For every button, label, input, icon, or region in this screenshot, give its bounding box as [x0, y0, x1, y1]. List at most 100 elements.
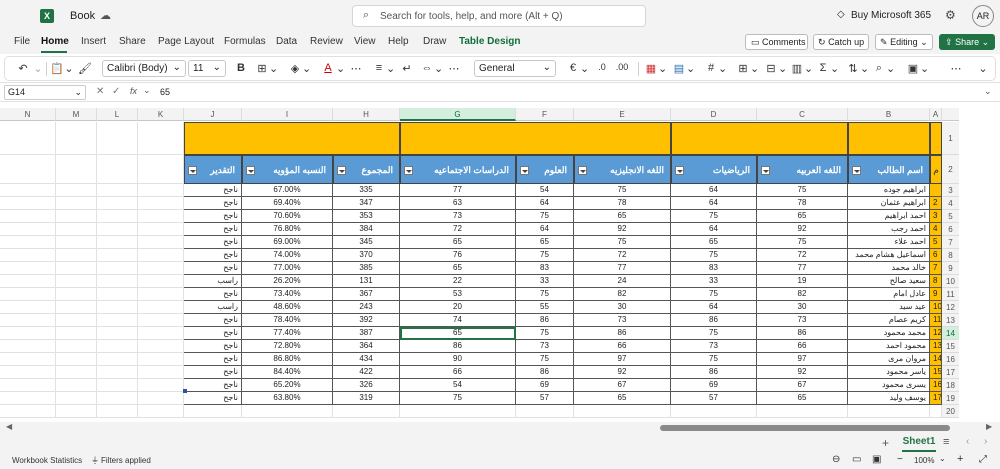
grid-cell[interactable] [138, 236, 184, 249]
scroll-right-icon[interactable]: ▶ [986, 422, 992, 431]
format-table-icon[interactable]: ▤ [672, 62, 686, 76]
grid-cell[interactable] [138, 340, 184, 353]
grid-cell[interactable] [0, 379, 56, 392]
grid-cell[interactable] [97, 122, 138, 155]
avatar[interactable]: AR [972, 5, 994, 27]
row-header-16[interactable]: 16 [942, 353, 959, 366]
table-cell[interactable]: 86 [757, 327, 848, 340]
comments-button[interactable]: ▭ Comments [745, 34, 808, 50]
table-cell[interactable]: مروان مرى [848, 353, 930, 366]
table-cell[interactable]: 67.00% [242, 184, 333, 197]
grid-cell[interactable] [56, 275, 97, 288]
table-cell[interactable]: 57 [671, 392, 757, 405]
grid-cell[interactable] [56, 366, 97, 379]
column-header-cell-science[interactable]: العلوم [516, 155, 574, 184]
filter-dropdown-icon[interactable] [188, 166, 197, 175]
table-cell[interactable]: ياسر محمود [848, 366, 930, 379]
grid-cell[interactable] [97, 405, 138, 418]
table-cell[interactable]: احمد ابراهيم [848, 210, 930, 223]
formula-input[interactable]: 65 [160, 87, 170, 97]
column-header-n[interactable]: N [0, 108, 56, 121]
table-cell[interactable]: 392 [333, 314, 400, 327]
menu-file[interactable]: File [14, 36, 30, 47]
grid-cell[interactable] [138, 155, 184, 184]
grid-cell[interactable] [97, 275, 138, 288]
column-header-g[interactable]: G [400, 108, 516, 121]
format-cells-icon[interactable]: ▥ [790, 62, 804, 76]
paste-chevron-icon[interactable]: ⌄ [64, 62, 74, 76]
decrease-decimal-icon[interactable]: .0 [594, 62, 610, 76]
number-format-select[interactable]: General ⌄ [474, 60, 556, 77]
filter-dropdown-icon[interactable] [578, 166, 587, 175]
formula-cancel-icon[interactable]: ✕ [96, 86, 104, 97]
menu-insert[interactable]: Insert [81, 36, 106, 47]
column-header-l[interactable]: L [97, 108, 138, 121]
menu-table-design[interactable]: Table Design [459, 36, 521, 47]
table-cell[interactable]: 67 [757, 379, 848, 392]
table-cell[interactable]: 65 [757, 210, 848, 223]
grid-cell[interactable] [184, 405, 242, 418]
grid-cell[interactable] [242, 405, 333, 418]
table-cell[interactable]: كريم عصام [848, 314, 930, 327]
table-cell[interactable]: 72 [574, 249, 671, 262]
column-header-cell-social[interactable]: الدراسات الاجتماعيه [400, 155, 516, 184]
grid-cell[interactable] [97, 392, 138, 405]
grid-cell[interactable] [97, 184, 138, 197]
undo-icon[interactable]: ↶ [16, 62, 30, 76]
table-cell[interactable]: 65 [671, 236, 757, 249]
grid-cell[interactable] [138, 353, 184, 366]
table-cell[interactable]: 75 [574, 236, 671, 249]
row-header-14[interactable]: 14 [942, 327, 959, 340]
grid-cell[interactable] [0, 197, 56, 210]
row-header-18[interactable]: 18 [942, 379, 959, 392]
grid-cell[interactable] [138, 405, 184, 418]
table-cell[interactable]: 65 [574, 210, 671, 223]
table-cell[interactable]: 86 [671, 314, 757, 327]
find-chevron-icon[interactable]: ⌄ [886, 62, 895, 76]
grid-cell[interactable] [0, 301, 56, 314]
table-cell[interactable]: 72.80% [242, 340, 333, 353]
fx-label[interactable]: fx [130, 86, 137, 96]
table-cell[interactable]: ابراهيم جوده [848, 184, 930, 197]
table-cell[interactable]: 4 [930, 223, 942, 236]
table-cell[interactable]: 76 [400, 249, 516, 262]
font-size-select[interactable]: 11 ⌄ [188, 60, 226, 77]
table-cell[interactable]: خالد محمد [848, 262, 930, 275]
table-cell[interactable]: 53 [400, 288, 516, 301]
grid-cell[interactable] [0, 275, 56, 288]
grid-cell[interactable] [0, 327, 56, 340]
table-cell[interactable]: 73 [757, 314, 848, 327]
table-cell[interactable]: 17 [930, 392, 942, 405]
grid-cell[interactable] [138, 392, 184, 405]
sheet-next-icon[interactable]: › [984, 436, 987, 447]
table-cell[interactable]: 55 [516, 301, 574, 314]
column-header-d[interactable]: D [671, 108, 757, 121]
filter-dropdown-icon[interactable] [337, 166, 346, 175]
table-cell[interactable]: 370 [333, 249, 400, 262]
row-header-11[interactable]: 11 [942, 288, 959, 301]
table-cell[interactable]: 66 [757, 340, 848, 353]
cell-styles-icon[interactable]: # [704, 62, 718, 76]
table-cell[interactable]: 345 [333, 236, 400, 249]
filter-dropdown-icon[interactable] [852, 166, 861, 175]
grid-cell[interactable] [97, 262, 138, 275]
grid-cell[interactable] [0, 405, 56, 418]
table-cell[interactable] [930, 184, 942, 197]
table-cell[interactable]: 66 [574, 340, 671, 353]
table-cell[interactable]: راسب [184, 275, 242, 288]
grid-cell[interactable] [97, 379, 138, 392]
table-chevron-icon[interactable]: ⌄ [686, 62, 695, 76]
grid-cell[interactable] [930, 405, 942, 418]
grid-cell[interactable] [0, 262, 56, 275]
table-cell[interactable]: 54 [400, 379, 516, 392]
table-cell[interactable]: 75 [516, 327, 574, 340]
table-cell[interactable]: 57 [516, 392, 574, 405]
align-icon[interactable]: ≡ [372, 62, 386, 76]
select-all-corner[interactable] [942, 108, 959, 121]
menu-data[interactable]: Data [276, 36, 297, 47]
table-cell[interactable]: 335 [333, 184, 400, 197]
grid-cell[interactable] [56, 122, 97, 155]
table-cell[interactable]: 69.00% [242, 236, 333, 249]
grid-cell[interactable] [138, 223, 184, 236]
table-cell[interactable]: 64 [671, 223, 757, 236]
